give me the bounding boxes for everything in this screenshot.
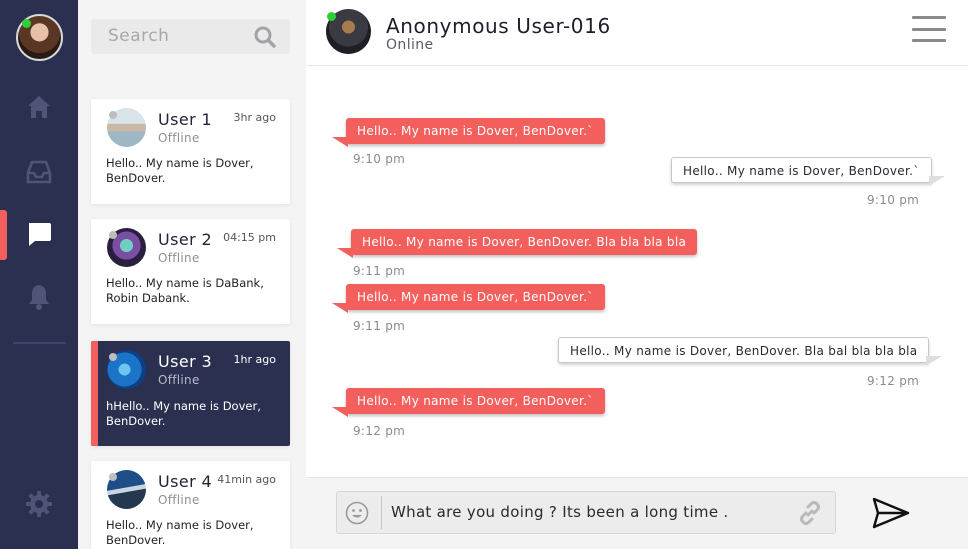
bell-icon[interactable] [24, 282, 54, 312]
conversation-item[interactable]: User 1 Offline 3hr ago Hello.. My name i… [91, 99, 290, 204]
home-icon[interactable] [24, 92, 54, 122]
last-message-time: 41min ago [217, 473, 276, 486]
offline-indicator [109, 353, 117, 361]
inbox-icon[interactable] [24, 157, 54, 187]
message-input[interactable]: What are you doing ? Its been a long tim… [336, 491, 836, 534]
message-thread: Hello.. My name is Dover, BenDover.` 9:1… [306, 66, 968, 477]
incoming-message: Hello.. My name is Dover, BenDover. Bla … [336, 229, 698, 258]
message-time: 9:11 pm [353, 264, 406, 278]
message-preview: Hello.. My name is DaBank, Robin Dabank. [106, 276, 264, 305]
contact-status: Offline [158, 373, 200, 387]
send-icon[interactable] [871, 496, 911, 530]
last-message-time: 3hr ago [233, 111, 276, 124]
offline-indicator [109, 231, 117, 239]
contact-name: User 4 [158, 472, 213, 491]
message-preview: hHello.. My name is Dover, BenDover. [106, 399, 261, 428]
message-time: 9:11 pm [353, 319, 406, 333]
search-icon[interactable] [254, 26, 276, 48]
chat-header: Anonymous User-016 Online [306, 0, 968, 66]
nav-rail [0, 0, 78, 549]
rail-divider [13, 342, 66, 344]
outgoing-message: Hello.. My name is Dover, BenDover.` [671, 157, 945, 186]
message-input-value: What are you doing ? Its been a long tim… [391, 503, 729, 521]
message-time: 9:10 pm [353, 152, 406, 166]
composer: What are you doing ? Its been a long tim… [306, 477, 968, 549]
link-icon[interactable] [797, 500, 823, 526]
search-input[interactable]: Search [91, 19, 290, 54]
online-indicator [22, 19, 31, 28]
contact-name: User 1 [158, 110, 213, 129]
search-placeholder: Search [108, 26, 170, 46]
message-time: 9:10 pm [867, 193, 920, 207]
contact-status: Offline [158, 251, 200, 265]
outgoing-message: Hello.. My name is Dover, BenDover. Bla … [558, 337, 943, 366]
chat-title: Anonymous User-016 [386, 14, 611, 38]
message-preview: Hello.. My name is Dover, BenDover. [106, 518, 254, 547]
emoji-icon[interactable] [345, 501, 369, 525]
conversation-item-active[interactable]: User 3 Offline 1hr ago hHello.. My name … [91, 341, 290, 446]
incoming-message: Hello.. My name is Dover, BenDover.` [332, 118, 605, 147]
menu-icon[interactable] [912, 16, 946, 42]
last-message-time: 1hr ago [233, 353, 276, 366]
incoming-message: Hello.. My name is Dover, BenDover.` [332, 284, 605, 313]
presence-status: Online [386, 37, 434, 53]
offline-indicator [109, 473, 117, 481]
conversation-item[interactable]: User 2 Offline 04:15 pm Hello.. My name … [91, 219, 290, 324]
online-indicator [327, 12, 336, 21]
incoming-message: Hello.. My name is Dover, BenDover.` [332, 388, 605, 417]
message-time: 9:12 pm [353, 424, 406, 438]
contact-status: Offline [158, 493, 200, 507]
conversation-list: Search User 1 Offline 3hr ago Hello.. My… [78, 0, 306, 549]
conversation-item[interactable]: User 4 Offline 41min ago Hello.. My name… [91, 461, 290, 549]
contact-name: User 3 [158, 352, 213, 371]
contact-status: Offline [158, 131, 200, 145]
message-time: 9:12 pm [867, 374, 920, 388]
last-message-time: 04:15 pm [223, 231, 276, 244]
contact-name: User 2 [158, 230, 213, 249]
input-separator [381, 496, 382, 529]
chat-bubble-icon[interactable] [24, 219, 54, 249]
offline-indicator [109, 111, 117, 119]
gear-icon[interactable] [24, 489, 54, 519]
message-preview: Hello.. My name is Dover, BenDover. [106, 156, 254, 185]
active-nav-indicator [0, 210, 7, 260]
